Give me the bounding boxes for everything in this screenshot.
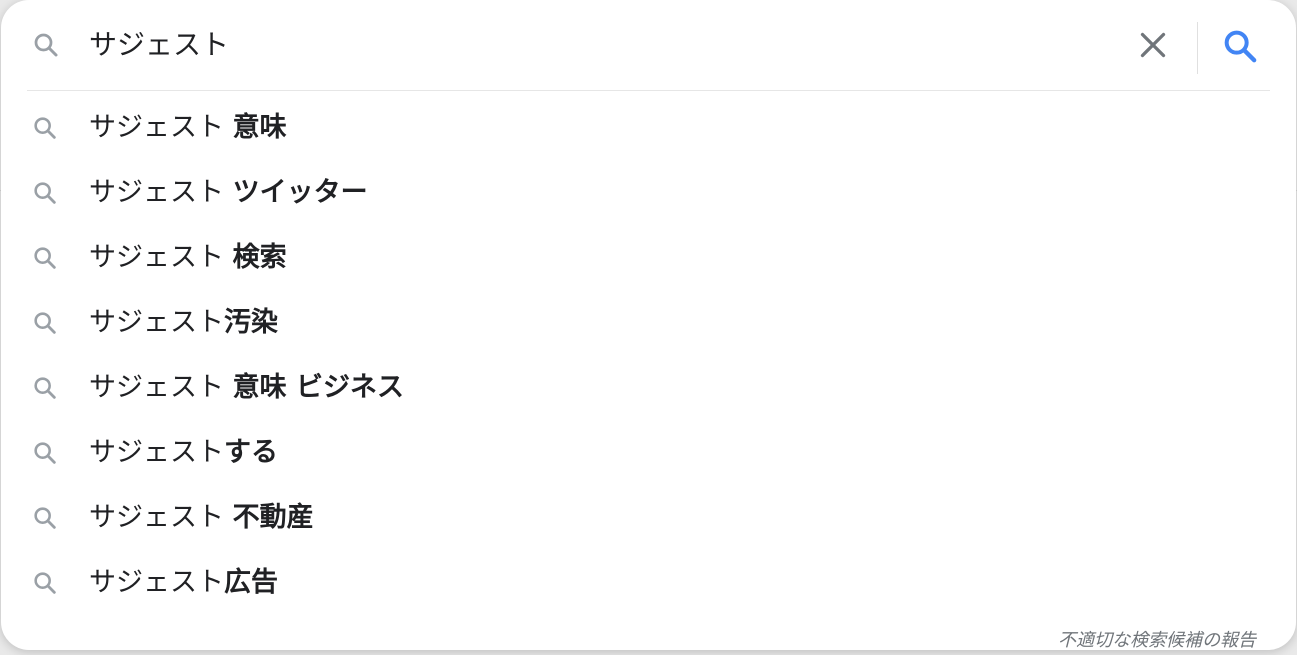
suggestion-completion: 検索 — [232, 242, 287, 273]
search-autocomplete-panel: サジェスト サジェスト 意味 サジェスト ツイッター サジェスト 検索 サジェス… — [1, 0, 1296, 650]
suggestion-completion: 意味 — [232, 112, 287, 143]
search-icon — [34, 33, 58, 57]
suggestion-item[interactable]: サジェスト 意味 ビジネス — [1, 356, 1296, 421]
suggestion-item[interactable]: サジェスト 不動産 — [1, 486, 1296, 551]
suggestion-item[interactable]: サジェスト ツイッター — [1, 161, 1296, 226]
suggestion-item[interactable]: サジェスト 検索 — [1, 226, 1296, 291]
suggestion-prefix: サジェスト — [89, 177, 233, 208]
suggestion-item[interactable]: サジェストする — [1, 421, 1296, 486]
report-inappropriate-link[interactable]: 不適切な検索候補の報告 — [1058, 626, 1256, 650]
suggestion-completion: 不動産 — [232, 502, 314, 533]
suggestion-prefix: サジェスト — [89, 437, 224, 468]
suggestion-label: サジェスト 不動産 — [89, 496, 314, 540]
search-icon — [34, 377, 56, 399]
close-icon[interactable] — [1135, 27, 1171, 63]
search-icon — [34, 247, 56, 269]
suggestion-completion: 意味 ビジネス — [232, 372, 404, 403]
suggestion-item[interactable]: サジェスト 意味 — [1, 96, 1296, 161]
suggestion-completion: する — [224, 437, 278, 468]
search-icon — [34, 442, 56, 464]
search-submit-icon[interactable] — [1220, 26, 1260, 66]
suggestion-prefix: サジェスト — [89, 567, 224, 598]
suggestion-completion: 汚染 — [224, 307, 278, 338]
suggestion-prefix: サジェスト — [89, 502, 233, 533]
suggestion-item[interactable]: サジェスト汚染 — [1, 291, 1296, 356]
suggestion-completion: 広告 — [224, 567, 278, 598]
suggestion-label: サジェスト汚染 — [89, 301, 278, 345]
horizontal-divider — [27, 90, 1270, 91]
suggestion-label: サジェスト広告 — [89, 561, 278, 605]
suggestion-item[interactable]: サジェスト広告 — [1, 551, 1296, 616]
suggestion-label: サジェストする — [89, 431, 278, 475]
search-icon — [34, 117, 56, 139]
search-icon — [34, 572, 56, 594]
suggestion-label: サジェスト 検索 — [89, 236, 287, 280]
search-icon — [34, 507, 56, 529]
search-input[interactable]: サジェスト — [89, 22, 229, 68]
suggestion-prefix: サジェスト — [89, 242, 233, 273]
search-bar: サジェスト — [1, 0, 1296, 90]
suggestion-completion: ツイッター — [232, 177, 368, 208]
page: サジェスト サジェスト 意味 サジェスト ツイッター サジェスト 検索 サジェス… — [0, 0, 1297, 655]
suggestion-list: サジェスト 意味 サジェスト ツイッター サジェスト 検索 サジェスト汚染 サジ… — [1, 96, 1296, 616]
vertical-divider — [1197, 22, 1198, 74]
suggestion-label: サジェスト 意味 ビジネス — [89, 366, 404, 410]
search-icon — [34, 312, 56, 334]
suggestion-prefix: サジェスト — [89, 372, 233, 403]
suggestion-label: サジェスト ツイッター — [89, 171, 368, 215]
suggestion-label: サジェスト 意味 — [89, 106, 287, 150]
search-icon — [34, 182, 56, 204]
suggestion-prefix: サジェスト — [89, 307, 224, 338]
suggestion-prefix: サジェスト — [89, 112, 233, 143]
